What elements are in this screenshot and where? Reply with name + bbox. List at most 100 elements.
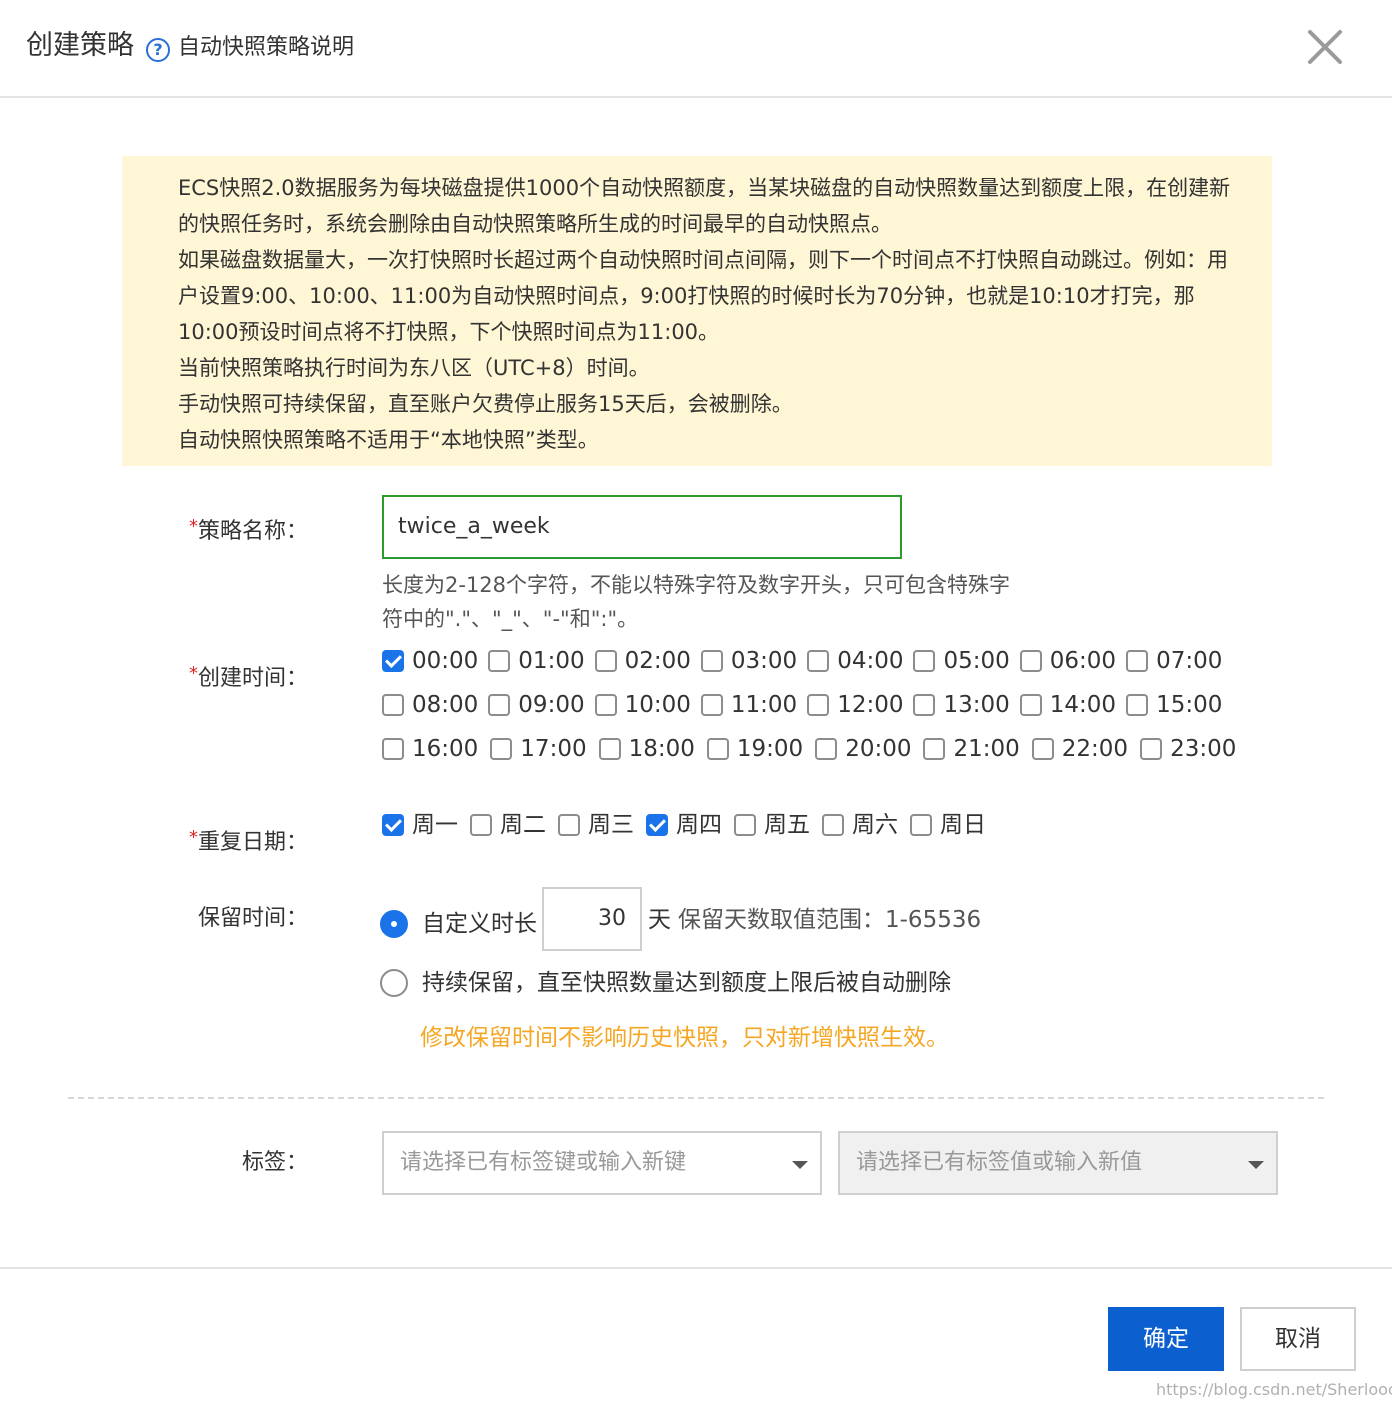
time-checkbox[interactable]: 15:00 bbox=[1126, 689, 1222, 721]
notice-line: ECS快照2.0数据服务为每块磁盘提供1000个自动快照额度，当某块磁盘的自动快… bbox=[178, 176, 1231, 236]
checkbox-icon[interactable] bbox=[470, 814, 492, 836]
day-checkbox[interactable]: 周二 bbox=[470, 809, 546, 841]
time-checkbox[interactable]: 08:00 bbox=[382, 689, 478, 721]
retention-custom-radio[interactable] bbox=[380, 910, 408, 938]
time-checkbox[interactable]: 14:00 bbox=[1019, 689, 1116, 721]
time-checkbox[interactable]: 23:00 bbox=[1140, 733, 1236, 765]
day-checkbox[interactable]: 周六 bbox=[822, 809, 898, 841]
time-checkbox-label: 07:00 bbox=[1156, 648, 1223, 674]
create-time-label-text: 创建时间： bbox=[197, 666, 308, 691]
checkbox-icon[interactable] bbox=[594, 650, 617, 672]
close-icon[interactable] bbox=[1302, 24, 1348, 70]
day-checkbox-label: 周三 bbox=[588, 812, 634, 838]
checkbox-icon[interactable] bbox=[488, 694, 511, 716]
time-checkbox[interactable]: 12:00 bbox=[807, 689, 903, 721]
time-checkbox[interactable]: 18:00 bbox=[598, 733, 695, 765]
time-checkbox[interactable]: 07:00 bbox=[1126, 645, 1222, 677]
day-checkbox[interactable]: 周五 bbox=[734, 809, 810, 841]
time-checkbox[interactable]: 06:00 bbox=[1019, 645, 1117, 677]
policy-name-label-text: 策略名称： bbox=[197, 519, 308, 544]
checkbox-icon[interactable] bbox=[700, 694, 723, 716]
checkbox-icon[interactable] bbox=[822, 814, 844, 836]
checkbox-icon[interactable] bbox=[1031, 738, 1054, 760]
day-checkbox[interactable]: 周日 bbox=[910, 809, 986, 841]
checkbox-icon[interactable] bbox=[807, 650, 830, 672]
time-checkbox[interactable]: 04:00 bbox=[807, 645, 903, 677]
retention-days-input[interactable]: 30 bbox=[542, 887, 642, 951]
checkbox-icon[interactable] bbox=[382, 694, 404, 716]
time-checkbox[interactable]: 01:00 bbox=[488, 645, 585, 677]
time-row: 16:00 17:00 18:00 19:00 20:00 21:00 22:00 23:00 bbox=[382, 733, 1248, 765]
day-checkbox-label: 周六 bbox=[852, 812, 898, 838]
checkbox-icon[interactable] bbox=[706, 738, 729, 760]
time-checkbox[interactable]: 11:00 bbox=[700, 689, 797, 721]
time-checkbox[interactable]: 19:00 bbox=[706, 733, 803, 765]
checkbox-icon[interactable] bbox=[598, 738, 621, 760]
day-row: 周一 周二 周三 周四 周五 周六 周日 bbox=[382, 809, 998, 841]
checkbox-icon[interactable] bbox=[1140, 738, 1163, 760]
checkbox-icon[interactable] bbox=[815, 738, 838, 760]
checkbox-icon[interactable] bbox=[594, 694, 617, 716]
time-checkbox[interactable]: 21:00 bbox=[923, 733, 1020, 765]
time-checkbox-label: 00:00 bbox=[412, 648, 479, 674]
policy-name-input[interactable]: twice_a_week bbox=[382, 495, 902, 559]
checkbox-icon[interactable] bbox=[913, 650, 936, 672]
time-checkbox-label: 15:00 bbox=[1156, 692, 1223, 718]
checkbox-icon[interactable] bbox=[807, 694, 830, 716]
time-checkbox-label: 02:00 bbox=[624, 648, 691, 674]
checkbox-icon[interactable] bbox=[488, 650, 511, 672]
checkbox-icon[interactable] bbox=[1019, 694, 1042, 716]
time-row: 00:00 01:00 02:00 03:00 04:00 05:00 06:00 07:00 bbox=[382, 645, 1232, 677]
confirm-button[interactable]: 确定 bbox=[1108, 1307, 1224, 1371]
time-checkbox[interactable]: 17:00 bbox=[490, 733, 587, 765]
checkbox-icon[interactable] bbox=[1126, 650, 1149, 672]
tag-value-placeholder: 请选择已有标签值或输入新值 bbox=[856, 1150, 1143, 1175]
time-checkbox[interactable]: 22:00 bbox=[1031, 733, 1128, 765]
retention-forever-label: 持续保留，直至快照数量达到额度上限后被自动删除 bbox=[422, 970, 951, 996]
footer-divider bbox=[0, 1267, 1392, 1269]
day-checkbox-label: 周二 bbox=[500, 812, 546, 838]
time-checkbox-label: 16:00 bbox=[412, 736, 479, 762]
time-checkbox-label: 05:00 bbox=[943, 648, 1010, 674]
time-checkbox[interactable]: 03:00 bbox=[700, 645, 797, 677]
notice-line: 手动快照可持续保留，直至账户欠费停止服务15天后，会被删除。 bbox=[178, 392, 793, 416]
retention-forever-radio[interactable] bbox=[380, 969, 408, 997]
checkbox-icon[interactable] bbox=[558, 814, 580, 836]
checkbox-icon[interactable] bbox=[910, 814, 932, 836]
tag-key-placeholder: 请选择已有标签键或输入新键 bbox=[400, 1150, 687, 1175]
time-checkbox-label: 12:00 bbox=[837, 692, 904, 718]
time-checkbox[interactable]: 02:00 bbox=[594, 645, 691, 677]
cancel-button[interactable]: 取消 bbox=[1240, 1307, 1356, 1371]
time-checkbox[interactable]: 13:00 bbox=[913, 689, 1010, 721]
day-checkbox[interactable]: 周三 bbox=[558, 809, 634, 841]
checkbox-icon[interactable] bbox=[382, 738, 404, 760]
checkbox-icon[interactable] bbox=[1126, 694, 1149, 716]
checkbox-checked-icon[interactable] bbox=[382, 650, 404, 672]
time-checkbox-label: 18:00 bbox=[628, 736, 695, 762]
retention-custom-label: 自定义时长 bbox=[422, 911, 537, 937]
checkbox-icon[interactable] bbox=[923, 738, 946, 760]
checkbox-checked-icon[interactable] bbox=[646, 814, 668, 836]
time-checkbox[interactable]: 20:00 bbox=[815, 733, 911, 765]
checkbox-icon[interactable] bbox=[913, 694, 936, 716]
time-checkbox[interactable]: 00:00 bbox=[382, 645, 478, 677]
day-checkbox[interactable]: 周一 bbox=[382, 809, 458, 841]
time-checkbox[interactable]: 05:00 bbox=[913, 645, 1010, 677]
watermark: https://blog.csdn.net/Sherloocck bbox=[1156, 1380, 1392, 1399]
required-mark: * bbox=[188, 663, 198, 684]
time-checkbox[interactable]: 16:00 bbox=[382, 733, 478, 765]
checkbox-icon[interactable] bbox=[700, 650, 723, 672]
tag-value-select[interactable]: 请选择已有标签值或输入新值 bbox=[838, 1131, 1278, 1195]
checkbox-checked-icon[interactable] bbox=[382, 814, 404, 836]
tag-key-select[interactable]: 请选择已有标签键或输入新键 bbox=[382, 1131, 822, 1195]
checkbox-icon[interactable] bbox=[734, 814, 756, 836]
day-checkbox[interactable]: 周四 bbox=[646, 809, 722, 841]
checkbox-icon[interactable] bbox=[1019, 650, 1042, 672]
repeat-days-label-text: 重复日期： bbox=[197, 830, 308, 855]
time-checkbox-label: 06:00 bbox=[1049, 648, 1117, 674]
help-link[interactable]: 自动快照策略说明 bbox=[178, 32, 354, 64]
help-icon[interactable]: ? bbox=[146, 38, 170, 62]
checkbox-icon[interactable] bbox=[490, 738, 513, 760]
time-checkbox[interactable]: 09:00 bbox=[488, 689, 585, 721]
time-checkbox[interactable]: 10:00 bbox=[594, 689, 691, 721]
